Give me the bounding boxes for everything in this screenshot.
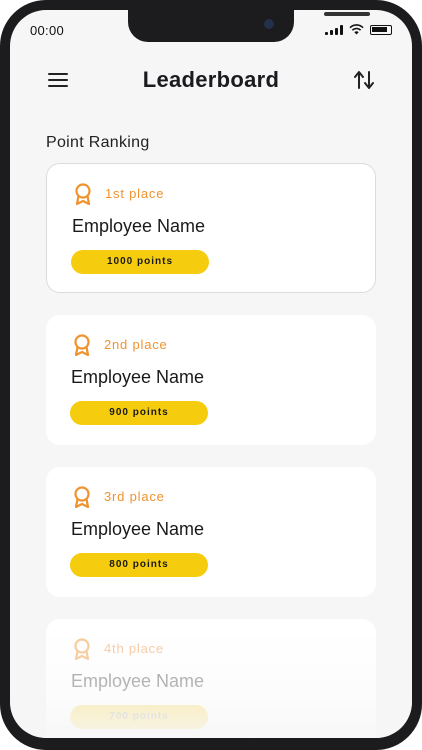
place-label: 1st place bbox=[105, 186, 165, 201]
points-badge: 700 points bbox=[70, 705, 208, 729]
section-label: Point Ranking bbox=[46, 134, 150, 151]
battery-icon bbox=[370, 24, 392, 35]
employee-name: Employee Name bbox=[71, 671, 205, 691]
leaderboard-card-2[interactable]: 2nd place Employee Name 900 points bbox=[46, 315, 376, 445]
camera-icon bbox=[264, 19, 274, 29]
page-title: Leaderboard bbox=[142, 67, 280, 92]
leaderboard-card-1[interactable]: 1st place Employee Name 1000 points bbox=[46, 163, 376, 293]
award-ribbon-icon bbox=[74, 334, 90, 356]
employee-name: Employee Name bbox=[71, 519, 205, 539]
speaker-grille bbox=[324, 12, 370, 16]
wifi-icon bbox=[349, 24, 364, 35]
signal-icon bbox=[325, 24, 343, 35]
hamburger-menu-icon[interactable] bbox=[48, 73, 68, 87]
place-label: 2nd place bbox=[104, 337, 168, 352]
points-badge: 1000 points bbox=[71, 250, 209, 274]
sort-arrows-icon[interactable] bbox=[353, 70, 375, 90]
award-ribbon-icon bbox=[75, 183, 91, 205]
award-ribbon-icon bbox=[74, 638, 90, 660]
status-icons bbox=[325, 24, 392, 35]
phone-frame: 00:00 Leaderboard Point Ranking 1st plac… bbox=[0, 0, 422, 750]
points-badge: 900 points bbox=[70, 401, 208, 425]
place-label: 4th place bbox=[104, 641, 164, 656]
app-screen: 00:00 Leaderboard Point Ranking 1st plac… bbox=[10, 10, 412, 738]
points-badge: 800 points bbox=[70, 553, 208, 577]
leaderboard-card-3[interactable]: 3rd place Employee Name 800 points bbox=[46, 467, 376, 597]
leaderboard-card-4[interactable]: 4th place Employee Name 700 points bbox=[46, 619, 376, 738]
employee-name: Employee Name bbox=[72, 216, 206, 236]
place-label: 3rd place bbox=[104, 489, 165, 504]
award-ribbon-icon bbox=[74, 486, 90, 508]
employee-name: Employee Name bbox=[71, 367, 205, 387]
app-header: Leaderboard bbox=[10, 65, 412, 95]
status-time: 00:00 bbox=[30, 23, 65, 38]
device-notch bbox=[128, 10, 370, 42]
